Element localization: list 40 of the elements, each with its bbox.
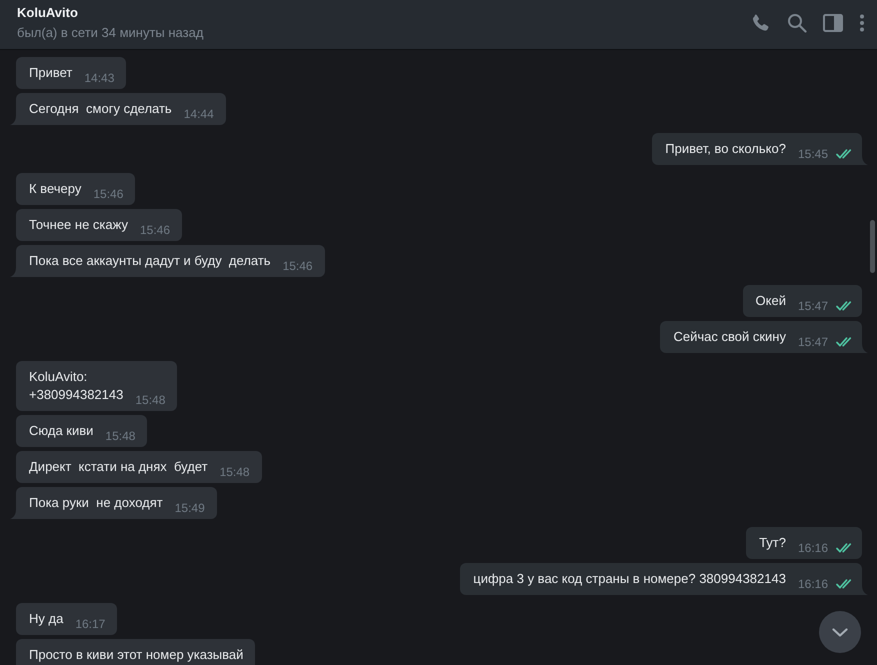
message-text: Директ кстати на днях будет [29,458,208,476]
message-text: Сюда киви [29,422,94,440]
message-time: 16:16 [798,541,828,555]
message-time: 15:47 [798,335,828,349]
message-text: Точнее не скажу [29,216,128,234]
message-time: 15:46 [282,259,313,273]
message-time: 16:17 [75,617,106,631]
message-text: Пока руки не доходят [29,494,163,512]
message-time: 15:48 [105,429,136,443]
sidebar-toggle-icon[interactable] [823,14,843,32]
scroll-down-button[interactable] [819,611,861,653]
message-text: Просто в киви этот номер указывай [29,646,244,664]
message-text: Ну да [29,610,64,628]
message-text: цифра 3 у вас код страны в номере? 380994382143 [473,570,786,588]
message-text: KoluAvito: +380994382143 [29,368,124,404]
more-options-icon[interactable] [859,14,865,32]
message-time: 15:47 [798,299,828,313]
message-text: Окей [756,292,786,310]
message-time: 15:48 [220,465,250,479]
message-time: 14:44 [184,107,214,121]
message-text: К вечеру [29,180,82,198]
last-seen-status: был(а) в сети 34 минуты назад [17,25,204,41]
message-text: Сегодня смогу сделать [29,100,172,118]
message-time: 15:45 [798,147,828,161]
message-time: 15:49 [174,501,205,515]
message-text: Привет [29,64,72,82]
message-text: Сейчас свой скину [673,328,786,346]
message-time: 15:46 [140,223,170,237]
message-time: 16:16 [798,577,828,591]
message-text: Тут? [759,534,786,552]
chevron-down-icon [832,628,848,636]
message-text: Привет, во сколько? [665,140,786,158]
contact-name: KoluAvito [17,5,78,21]
message-text: Пока все аккаунты дадут и буду делать [29,252,271,270]
search-icon[interactable] [787,13,807,33]
scrollbar-thumb[interactable] [870,220,875,273]
message-time: 14:43 [84,71,114,85]
message-time: 15:48 [135,393,166,407]
message-time: 15:46 [93,187,124,201]
phone-icon[interactable] [751,13,771,33]
